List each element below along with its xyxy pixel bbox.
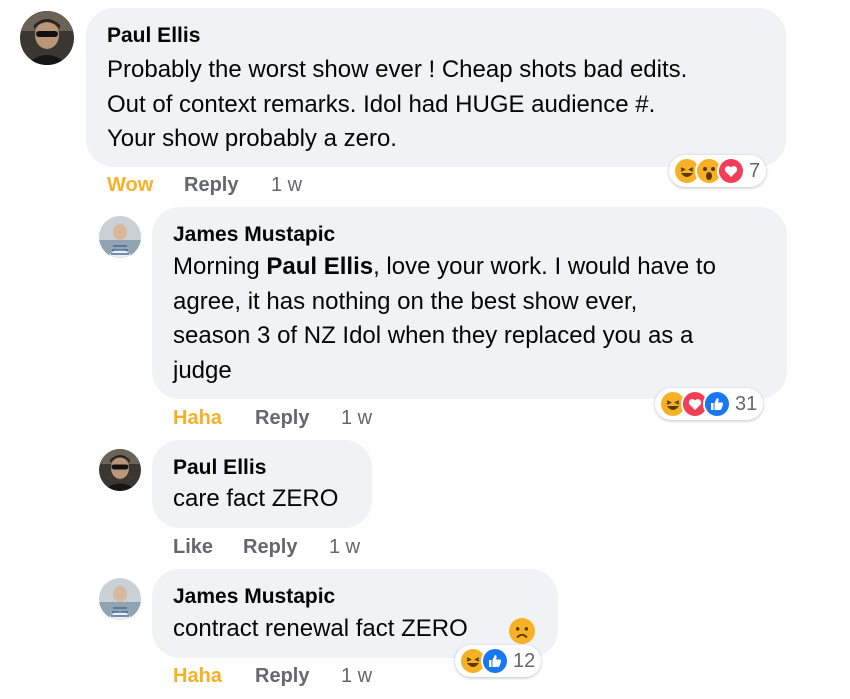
comment-text-line: Your show probably a zero.: [107, 125, 397, 152]
comment-timestamp[interactable]: 1 w: [341, 665, 372, 688]
reply-button[interactable]: Reply: [184, 174, 238, 197]
avatar-paul-ellis[interactable]: [20, 11, 74, 65]
comment-timestamp[interactable]: 1 w: [329, 536, 360, 559]
like-emoji-icon: [481, 647, 509, 675]
comment-actions: Haha Reply 1 w: [173, 665, 423, 689]
comment-timestamp[interactable]: 1 w: [271, 174, 302, 197]
reaction-summary[interactable]: 31: [655, 388, 764, 420]
comment-text-line: Out of context remarks. Idol had HUGE au…: [107, 90, 656, 118]
comment-text-line: Morning Paul Ellis, love your work. I wo…: [173, 250, 778, 285]
comment-text-line: Probably the worst show ever ! Cheap sho…: [107, 56, 688, 83]
reaction-summary[interactable]: 12: [455, 645, 542, 677]
comment-text-prefix: Morning: [173, 253, 267, 280]
comment-text-line: season 3 of NZ Idol when they replaced y…: [173, 322, 694, 349]
comment-text: care fact ZERO: [173, 482, 368, 517]
avatar-paul-ellis[interactable]: [99, 449, 141, 491]
comment-text-rest: , love your work. I would have to: [373, 253, 716, 280]
comment-text-line: agree, it has nothing on the best show e…: [173, 287, 638, 315]
like-button[interactable]: Like: [173, 536, 213, 559]
comment-timestamp[interactable]: 1 w: [341, 407, 372, 430]
comment-actions: Haha Reply 1 w: [173, 407, 423, 431]
comment-actions: Wow Reply 1 w: [107, 174, 357, 198]
like-emoji-icon: [703, 390, 731, 418]
comment-author[interactable]: Paul Ellis: [173, 456, 266, 480]
comment-text: contract renewal fact ZERO: [173, 612, 553, 647]
reaction-button[interactable]: Haha: [173, 407, 222, 430]
reaction-button[interactable]: Haha: [173, 665, 222, 688]
comment-text: Probably the worst show ever ! Cheap sho…: [107, 53, 777, 157]
reply-button[interactable]: Reply: [255, 407, 309, 430]
reaction-count: 7: [749, 159, 761, 182]
comment-author[interactable]: James Mustapic: [173, 223, 335, 247]
mention-link[interactable]: Paul Ellis: [266, 253, 373, 280]
reaction-summary[interactable]: 7: [669, 155, 767, 187]
reply-button[interactable]: Reply: [243, 536, 297, 559]
reaction-button[interactable]: Wow: [107, 174, 153, 197]
avatar-james-mustapic[interactable]: [99, 578, 141, 620]
avatar-james-mustapic[interactable]: [99, 216, 141, 258]
comment-text-line: judge: [173, 356, 232, 384]
comment-author[interactable]: James Mustapic: [173, 585, 335, 609]
comment-text-line: contract renewal fact ZERO: [173, 615, 468, 642]
comment-actions: Like Reply 1 w: [173, 536, 423, 560]
reaction-count: 12: [513, 649, 536, 672]
reply-button[interactable]: Reply: [255, 665, 309, 688]
comment-text: Morning Paul Ellis, love your work. I wo…: [173, 250, 778, 388]
comment-author[interactable]: Paul Ellis: [107, 24, 200, 48]
reaction-count: 31: [735, 392, 758, 415]
heart-emoji-icon: [717, 157, 745, 185]
comment-text-line: care fact ZERO: [173, 485, 339, 512]
